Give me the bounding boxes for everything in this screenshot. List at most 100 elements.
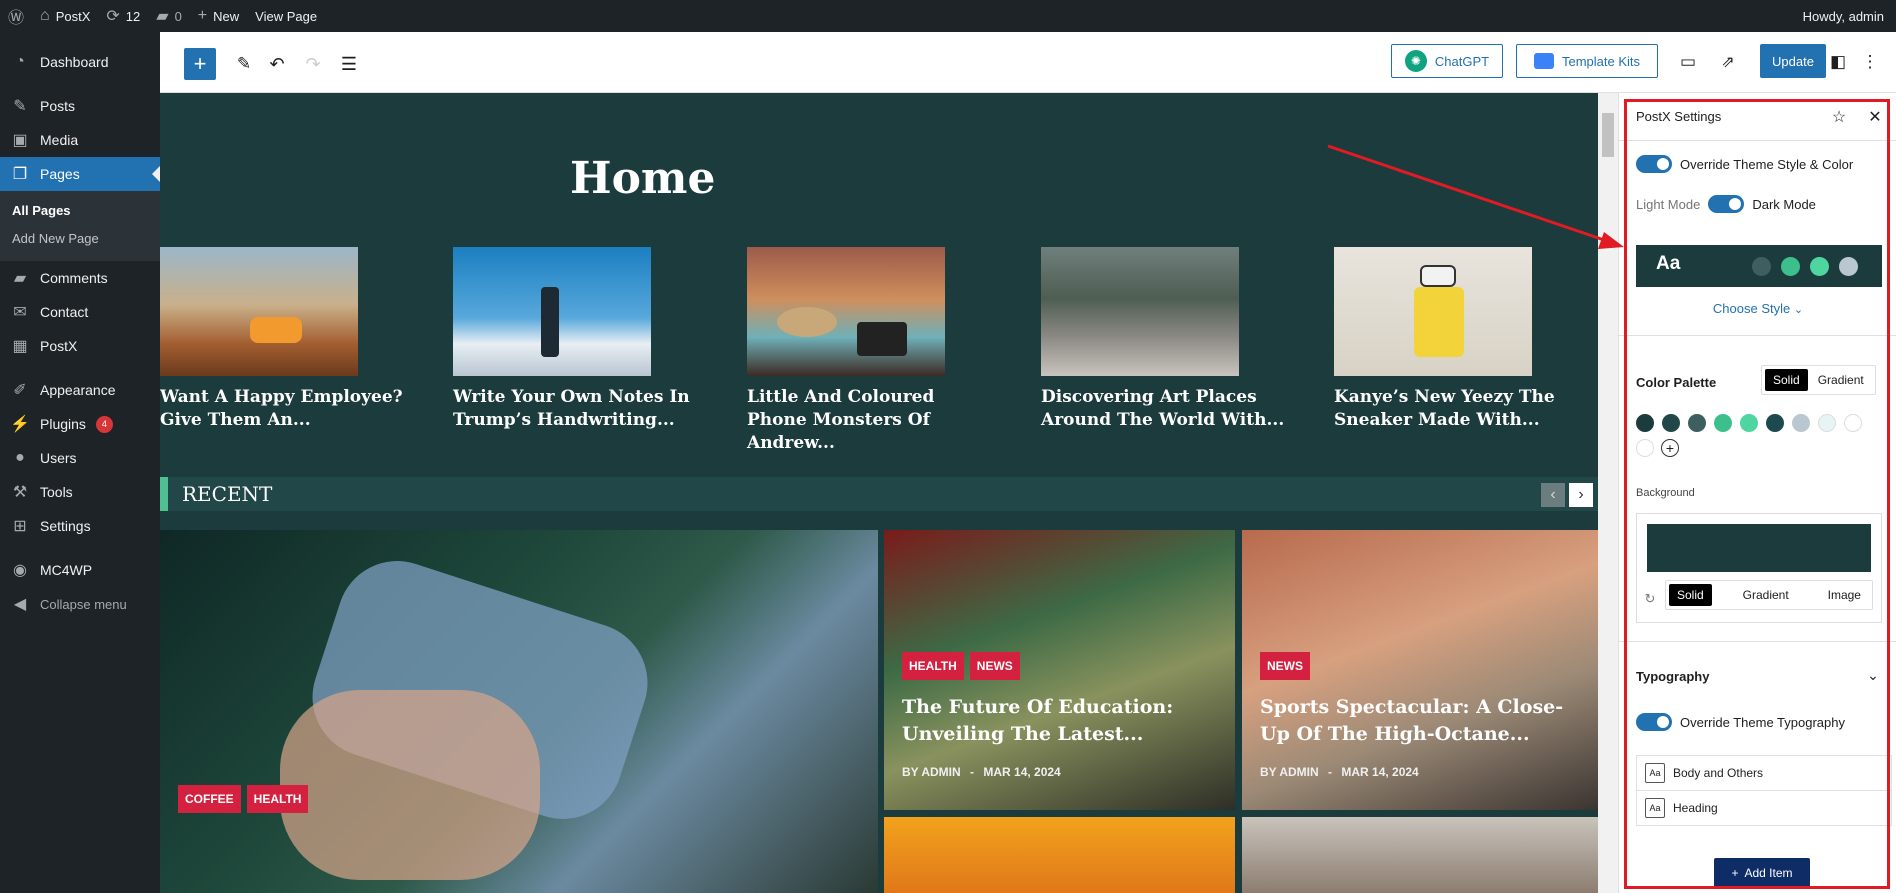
- recent-heading[interactable]: RECENT: [182, 482, 272, 506]
- tag-news[interactable]: NEWS: [1260, 652, 1310, 680]
- palette-swatch[interactable]: [1792, 414, 1810, 432]
- menu-posts[interactable]: ✎ Posts: [0, 89, 160, 123]
- submenu-all-pages[interactable]: All Pages: [0, 197, 160, 225]
- post-card-title[interactable]: Little And Coloured Phone Monsters Of An…: [747, 386, 997, 455]
- post-card-title[interactable]: Write Your Own Notes In Trump’s Handwrit…: [453, 386, 703, 432]
- post-card-title[interactable]: Want A Happy Employee? Give Them An...: [160, 386, 410, 432]
- bg-solid-option[interactable]: Solid: [1669, 584, 1712, 606]
- template-kits-button[interactable]: Template Kits: [1516, 44, 1658, 78]
- menu-comments[interactable]: ▰ Comments: [0, 261, 160, 295]
- favorite-button[interactable]: ☆: [1827, 105, 1851, 129]
- tag-health[interactable]: HEALTH: [902, 652, 964, 680]
- canvas-scrollbar[interactable]: [1598, 93, 1618, 893]
- post-thumbnail[interactable]: [1334, 247, 1532, 376]
- post-card[interactable]: Kanye’s New Yeezy The Sneaker Made With.…: [1334, 247, 1584, 432]
- tag-coffee[interactable]: COFFEE: [178, 785, 241, 813]
- palette-solid-option[interactable]: Solid: [1765, 369, 1808, 391]
- palette-swatch[interactable]: [1662, 414, 1680, 432]
- options-menu-button[interactable]: ⋮: [1860, 50, 1880, 74]
- menu-media[interactable]: ▣ Media: [0, 123, 160, 157]
- post-author[interactable]: ADMIN: [1279, 765, 1318, 779]
- grid-post[interactable]: [1242, 817, 1598, 893]
- updates-link[interactable]: ⟳ 12: [98, 0, 148, 32]
- choose-style-dropdown[interactable]: Choose Style ⌄: [1619, 301, 1896, 316]
- collapse-menu-button[interactable]: ◀ Collapse menu: [0, 587, 160, 621]
- post-card-title[interactable]: Discovering Art Places Around The World …: [1041, 386, 1291, 432]
- post-title[interactable]: Sports Spectacular: A Close-Up Of The Hi…: [1260, 694, 1585, 748]
- view-post-button[interactable]: ⇗: [1716, 50, 1740, 74]
- palette-swatch[interactable]: [1636, 439, 1654, 457]
- override-typography-toggle[interactable]: [1636, 713, 1672, 731]
- dark-mode-toggle[interactable]: [1708, 195, 1745, 213]
- scrollbar-thumb[interactable]: [1602, 113, 1614, 157]
- close-panel-button[interactable]: ✕: [1863, 105, 1887, 129]
- menu-users[interactable]: ● Users: [0, 441, 160, 475]
- palette-swatch[interactable]: [1740, 414, 1758, 432]
- typography-item-heading[interactable]: Aa Heading: [1636, 790, 1892, 826]
- menu-dashboard[interactable]: ◔ Dashboard: [0, 45, 160, 79]
- palette-gradient-option[interactable]: Gradient: [1810, 369, 1872, 391]
- chatgpt-button[interactable]: ✺ ChatGPT: [1391, 44, 1503, 78]
- menu-postx[interactable]: ▦ PostX: [0, 329, 160, 363]
- redo-button[interactable]: ↷: [301, 52, 325, 76]
- bg-image-option[interactable]: Image: [1820, 584, 1869, 606]
- reset-background-button[interactable]: ↻: [1641, 590, 1659, 608]
- style-preset-preview[interactable]: Aa: [1636, 245, 1882, 287]
- grid-post[interactable]: [884, 817, 1235, 893]
- view-page-link[interactable]: View Page: [247, 0, 325, 32]
- settings-sidebar-toggle[interactable]: ◧: [1826, 50, 1850, 74]
- wordpress-logo-icon[interactable]: Ⓦ: [0, 0, 32, 32]
- tag-news[interactable]: NEWS: [969, 652, 1020, 680]
- menu-pages[interactable]: ❐ Pages: [0, 157, 160, 191]
- slider-next-button[interactable]: ›: [1569, 483, 1593, 507]
- submenu-add-new-page[interactable]: Add New Page: [0, 225, 160, 253]
- menu-mc4wp[interactable]: ◉ MC4WP: [0, 553, 160, 587]
- site-name-link[interactable]: ⌂ PostX: [32, 0, 98, 32]
- post-title[interactable]: The Future Of Education: Unveiling The L…: [902, 694, 1222, 748]
- post-thumbnail[interactable]: [747, 247, 945, 376]
- block-inserter-button[interactable]: +: [184, 48, 216, 80]
- post-card[interactable]: Want A Happy Employee? Give Them An...: [160, 247, 410, 432]
- bg-gradient-option[interactable]: Gradient: [1735, 584, 1797, 606]
- menu-contact[interactable]: ✉ Contact: [0, 295, 160, 329]
- palette-swatch[interactable]: [1766, 414, 1784, 432]
- typography-item-body[interactable]: Aa Body and Others: [1636, 755, 1892, 791]
- post-card[interactable]: Discovering Art Places Around The World …: [1041, 247, 1291, 432]
- document-overview-button[interactable]: ☰: [337, 52, 361, 76]
- post-card[interactable]: Little And Coloured Phone Monsters Of An…: [747, 247, 997, 455]
- background-color-preview[interactable]: [1647, 524, 1871, 572]
- post-card[interactable]: Write Your Own Notes In Trump’s Handwrit…: [453, 247, 703, 432]
- featured-post[interactable]: COFFEE HEALTH: [160, 530, 878, 893]
- comments-link[interactable]: ▰ 0: [148, 0, 190, 32]
- override-style-toggle[interactable]: [1636, 155, 1672, 173]
- palette-swatch[interactable]: [1844, 414, 1862, 432]
- preview-button[interactable]: ▭: [1676, 50, 1700, 74]
- menu-plugins[interactable]: ⚡ Plugins 4: [0, 407, 160, 441]
- palette-swatch[interactable]: [1636, 414, 1654, 432]
- chevron-down-icon[interactable]: ⌄: [1863, 665, 1883, 685]
- palette-swatch[interactable]: [1688, 414, 1706, 432]
- slider-prev-button[interactable]: ‹: [1541, 483, 1565, 507]
- new-content-link[interactable]: + New: [190, 0, 247, 32]
- post-card-title[interactable]: Kanye’s New Yeezy The Sneaker Made With.…: [1334, 386, 1584, 432]
- menu-appearance[interactable]: ✐ Appearance: [0, 373, 160, 407]
- account-greeting[interactable]: Howdy, admin: [1795, 0, 1896, 32]
- grid-post[interactable]: NEWS Sports Spectacular: A Close-Up Of T…: [1242, 530, 1598, 810]
- post-thumbnail[interactable]: [453, 247, 651, 376]
- edit-tools-button[interactable]: ✎: [232, 52, 256, 76]
- add-color-button[interactable]: +: [1661, 439, 1679, 457]
- post-thumbnail[interactable]: [160, 247, 358, 376]
- undo-button[interactable]: ↶: [265, 52, 289, 76]
- add-item-button[interactable]: + Add Item: [1714, 858, 1810, 888]
- page-title[interactable]: Home: [570, 153, 715, 204]
- tag-health[interactable]: HEALTH: [246, 785, 309, 813]
- palette-swatch[interactable]: [1714, 414, 1732, 432]
- post-author[interactable]: ADMIN: [921, 765, 960, 779]
- update-button[interactable]: Update: [1760, 44, 1826, 78]
- palette-swatch[interactable]: [1818, 414, 1836, 432]
- menu-tools[interactable]: ⚒ Tools: [0, 475, 160, 509]
- post-thumbnail[interactable]: [1041, 247, 1239, 376]
- menu-settings[interactable]: ⊞ Settings: [0, 509, 160, 543]
- typography-section-toggle[interactable]: Typography: [1636, 669, 1709, 684]
- grid-post[interactable]: HEALTH NEWS The Future Of Education: Unv…: [884, 530, 1235, 810]
